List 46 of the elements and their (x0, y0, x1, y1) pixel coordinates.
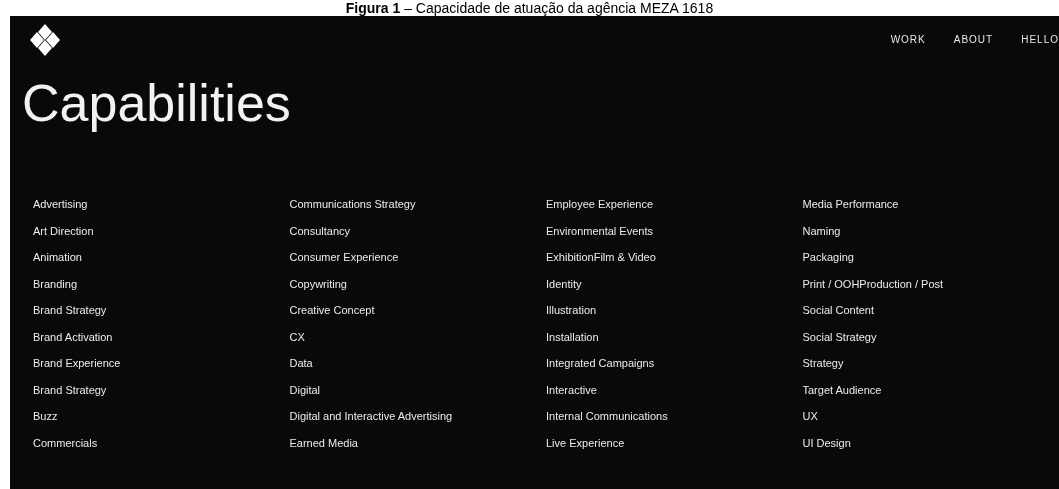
capability-item: Naming (802, 223, 842, 239)
capability-item: ExhibitionFilm & Video (546, 250, 657, 265)
capability-item: Copywriting (289, 276, 348, 292)
capability-item: Installation (546, 329, 600, 345)
capability-item: Digital and Interactive Advertising (289, 409, 454, 424)
capability-item: Commercials (33, 435, 99, 451)
capability-item: Brand Experience (33, 356, 122, 371)
capability-item: Internal Communications (546, 409, 669, 424)
capability-item: Media Performance (802, 197, 900, 212)
capability-item: Brand Strategy (33, 303, 108, 318)
capability-item: Earned Media (289, 435, 359, 451)
capability-item: Illustration (546, 303, 598, 318)
page-heading: Capabilities (21, 74, 292, 132)
capability-item: Identity (546, 276, 583, 292)
capability-item: Creative Concept (289, 303, 376, 318)
capability-item: Advertising (33, 197, 89, 212)
capability-item: UX (802, 409, 819, 424)
figure-caption: Figura 1 – Capacidade de atuação da agência MEZA 1618 (345, 0, 714, 16)
capability-item: Data (289, 356, 314, 371)
capability-item: Consumer Experience (289, 250, 400, 265)
capability-item: Buzz (33, 409, 59, 424)
capability-item: Brand Strategy (33, 382, 108, 398)
capability-item: Animation (33, 250, 83, 265)
capability-item: Interactive (546, 382, 598, 398)
capability-item: Social Content (802, 303, 876, 318)
capability-item: Integrated Campaigns (546, 356, 656, 371)
capability-item: Brand Activation (33, 329, 114, 345)
capability-item: CX (289, 329, 306, 345)
capability-item: Social Strategy (802, 329, 878, 345)
capability-item: Print / OOHProduction / Post (802, 276, 945, 292)
capability-item: Branding (33, 276, 79, 292)
capability-item: Environmental Events (546, 223, 654, 239)
capability-item: Packaging (802, 250, 855, 265)
capability-item: Strategy (802, 356, 845, 371)
capability-item: UI Design (802, 435, 852, 451)
capability-item: Consultancy (289, 223, 352, 239)
logo-icon (30, 24, 60, 56)
capability-item: Art Direction (33, 223, 95, 239)
nav-link[interactable]: ABOUT (953, 32, 994, 47)
nav-link[interactable]: HELLO (1021, 32, 1059, 47)
capability-item: Target Audience (802, 382, 883, 398)
capability-item: Digital (289, 382, 322, 398)
capability-item: Communications Strategy (289, 197, 417, 212)
capability-item: Live Experience (546, 435, 626, 451)
nav-link[interactable]: WORK (890, 32, 926, 47)
capability-item: Employee Experience (546, 197, 654, 212)
